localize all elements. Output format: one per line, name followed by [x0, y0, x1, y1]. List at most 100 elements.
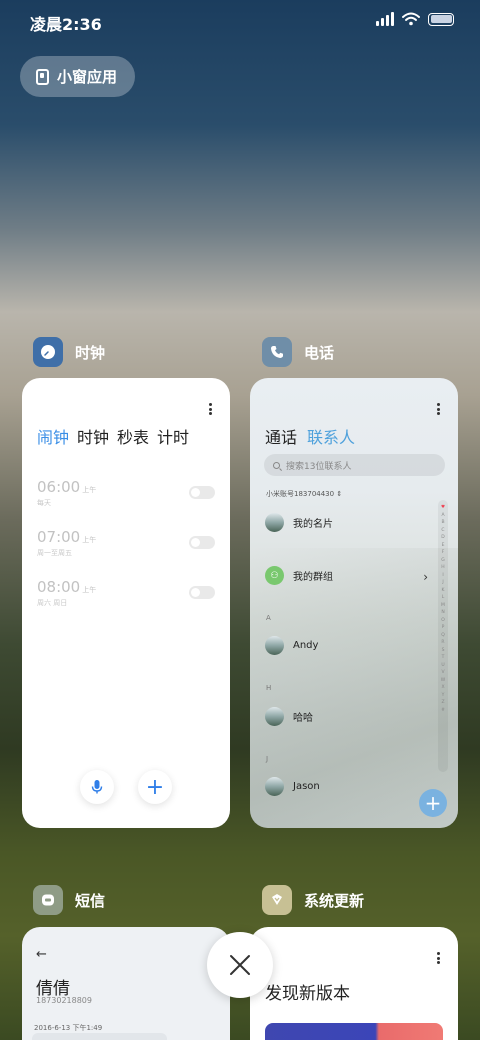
index-letter[interactable]: I — [442, 572, 443, 580]
alarm-ampm: 上午 — [82, 486, 97, 494]
alarm-item[interactable]: 08:00 上午 周六 周日 — [37, 578, 215, 618]
alarm-time: 07:00 — [37, 528, 81, 546]
tab-clock[interactable]: 时钟 — [77, 424, 109, 448]
index-letter[interactable]: Q — [441, 632, 445, 640]
search-placeholder: 搜索13位联系人 — [286, 461, 352, 472]
index-letter[interactable]: L — [442, 594, 445, 602]
index-letter[interactable]: A — [441, 512, 444, 520]
index-letter[interactable]: J — [442, 579, 443, 587]
my-card-label: 我的名片 — [293, 519, 333, 530]
index-letter[interactable]: P — [442, 624, 445, 632]
index-letter[interactable]: F — [442, 549, 445, 557]
index-letter[interactable]: U — [441, 662, 444, 670]
contact-name: 哈哈 — [293, 713, 313, 724]
message-bubble — [32, 1033, 167, 1040]
avatar — [265, 777, 284, 796]
small-window-label: 小窗应用 — [57, 68, 118, 86]
contact-row[interactable]: Andy — [265, 636, 318, 655]
update-app-icon — [262, 885, 292, 915]
contact-name: Jason — [293, 781, 320, 792]
alarm-repeat: 每天 — [37, 499, 51, 507]
index-letter[interactable]: M — [441, 602, 445, 610]
small-window-apps-button[interactable]: 小窗应用 — [20, 56, 136, 97]
back-arrow-icon[interactable]: ← — [36, 947, 47, 962]
alarm-toggle[interactable] — [189, 536, 215, 549]
index-letter[interactable]: B — [441, 519, 444, 527]
phone-app-icon — [262, 337, 292, 367]
tab-contacts[interactable]: 联系人 — [307, 424, 355, 448]
tab-alarm[interactable]: 闹钟 — [37, 424, 69, 448]
add-alarm-button[interactable]: + — [138, 770, 172, 804]
alphabet-index-scrollbar[interactable]: ♥ A B C D E F G H I J K L M N O P Q R S T U V W X Y Z # — [438, 500, 448, 772]
status-bar: 凌晨2:36 — [0, 0, 480, 44]
update-app-header[interactable]: 系统更新 — [262, 885, 364, 915]
more-options-icon[interactable] — [209, 403, 212, 415]
contact-row[interactable]: 哈哈 — [265, 707, 313, 726]
search-icon — [273, 461, 280, 469]
voice-alarm-button[interactable] — [80, 770, 114, 804]
index-letter[interactable]: K — [442, 587, 445, 595]
contact-search-input[interactable]: 搜索13位联系人 — [264, 454, 445, 476]
index-letter[interactable]: H — [441, 564, 444, 572]
alarm-item[interactable]: 07:00 上午 周一至周五 — [37, 528, 215, 568]
index-letter[interactable]: E — [442, 542, 445, 550]
update-app-card[interactable]: 发现新版本 — [250, 927, 458, 1040]
status-time: 凌晨2:36 — [30, 15, 102, 34]
messages-app-name: 短信 — [75, 891, 106, 910]
phone-app-card[interactable]: 通话 联系人 搜索13位联系人 小米账号183704430 ⇕ 我的名片 ⚇ 我… — [250, 378, 458, 828]
phone-app-header[interactable]: 电话 — [262, 337, 334, 367]
alarm-item[interactable]: 06:00 上午 每天 — [37, 478, 215, 518]
message-date: 2016-6-13 下午1:49 — [34, 1024, 103, 1032]
index-letter[interactable]: G — [441, 557, 445, 565]
update-title: 发现新版本 — [265, 984, 350, 1004]
tab-timer[interactable]: 计时 — [157, 424, 189, 448]
clock-app-header[interactable]: 时钟 — [33, 337, 105, 367]
my-groups-row[interactable]: ⚇ 我的群组 — [265, 566, 333, 585]
index-letter[interactable]: O — [441, 617, 445, 625]
add-contact-button[interactable]: + — [419, 789, 447, 817]
close-icon — [230, 955, 250, 975]
index-letter[interactable]: R — [441, 639, 444, 647]
index-letter[interactable]: S — [442, 647, 445, 655]
index-letter[interactable]: C — [441, 527, 444, 535]
small-window-icon — [36, 68, 49, 85]
clear-all-button[interactable] — [207, 932, 273, 998]
my-card-row[interactable]: 我的名片 — [265, 513, 333, 532]
messages-app-header[interactable]: 短信 — [33, 885, 105, 915]
index-letter[interactable]: ♥ — [441, 504, 445, 512]
conversation-contact-number: 18730218809 — [36, 996, 92, 1005]
more-options-icon[interactable] — [437, 952, 440, 964]
index-letter[interactable]: Z — [441, 699, 444, 707]
clock-app-icon — [33, 337, 63, 367]
alarm-toggle[interactable] — [189, 586, 215, 599]
plus-icon: + — [145, 774, 165, 800]
clock-tabs: 闹钟 时钟 秒表 计时 — [37, 424, 189, 448]
tab-calls[interactable]: 通话 — [265, 424, 297, 448]
chevron-right-icon: › — [423, 570, 428, 584]
avatar — [265, 707, 284, 726]
status-icons — [376, 12, 454, 26]
index-letter[interactable]: T — [442, 654, 445, 662]
alarm-toggle[interactable] — [189, 486, 215, 499]
contact-name: Andy — [293, 640, 319, 651]
alarm-repeat: 周一至周五 — [37, 549, 72, 557]
my-groups-label: 我的群组 — [293, 572, 333, 583]
tab-stopwatch[interactable]: 秒表 — [117, 424, 149, 448]
messages-app-card[interactable]: ← 倩倩 18730218809 2016-6-13 下午1:49 — [22, 927, 230, 1040]
signal-icon — [376, 12, 394, 26]
contact-row[interactable]: Jason — [265, 777, 320, 796]
alarm-time: 06:00 — [37, 478, 81, 496]
phone-tabs: 通话 联系人 — [265, 424, 355, 448]
index-letter[interactable]: # — [441, 707, 445, 715]
account-label[interactable]: 小米账号183704430 ⇕ — [266, 489, 342, 499]
index-letter[interactable]: Y — [442, 692, 445, 700]
clock-app-card[interactable]: 闹钟 时钟 秒表 计时 06:00 上午 每天 07:00 上午 周一至周五 08:… — [22, 378, 230, 828]
more-options-icon[interactable] — [437, 403, 440, 415]
index-letter[interactable]: V — [441, 669, 444, 677]
index-letter[interactable]: D — [441, 534, 444, 542]
index-letter[interactable]: W — [441, 677, 445, 685]
index-letter[interactable]: X — [441, 684, 444, 692]
avatar — [265, 513, 284, 532]
index-letter[interactable]: N — [441, 609, 444, 617]
phone-app-name: 电话 — [304, 343, 335, 362]
